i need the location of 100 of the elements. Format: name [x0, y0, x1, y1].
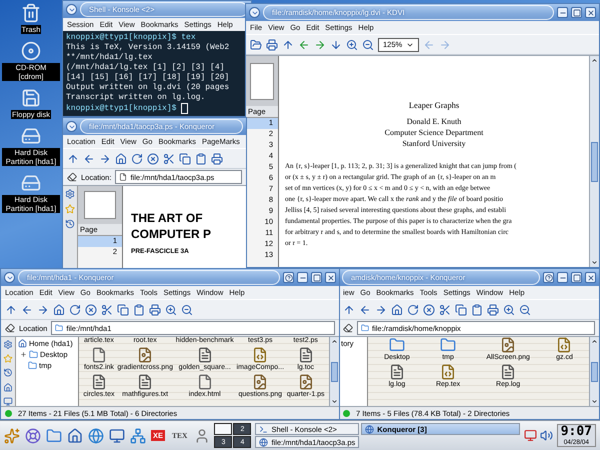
home-icon[interactable] [391, 304, 403, 316]
folder-icon[interactable] [46, 428, 62, 444]
stop-icon[interactable] [423, 304, 435, 316]
text-file-icon[interactable] [388, 364, 405, 380]
hard-drive-icon[interactable] [21, 173, 41, 193]
paste-icon[interactable] [471, 304, 483, 316]
disc-icon[interactable] [21, 41, 41, 61]
copy-icon[interactable] [117, 304, 129, 316]
file-icon[interactable] [90, 347, 107, 363]
up-arrow-icon[interactable] [343, 304, 355, 316]
image-file-icon[interactable] [137, 347, 154, 363]
back-arrow-icon[interactable] [359, 304, 371, 316]
cut-icon[interactable] [101, 304, 113, 316]
history-icon[interactable] [65, 219, 75, 229]
up-arrow-icon[interactable] [67, 152, 79, 164]
speaker-icon[interactable] [540, 429, 553, 442]
page-thumbnail[interactable] [84, 190, 116, 220]
copy-icon[interactable] [455, 304, 467, 316]
home-icon[interactable] [67, 428, 83, 444]
copy-icon[interactable] [179, 152, 191, 164]
home-icon[interactable] [53, 304, 65, 316]
image-file-icon[interactable] [500, 337, 516, 353]
star-icon[interactable] [65, 204, 75, 214]
forward-arrow-icon[interactable] [99, 152, 111, 164]
code-file-icon[interactable] [440, 364, 456, 380]
zoom-out-icon[interactable] [519, 304, 531, 316]
cut-icon[interactable] [439, 304, 451, 316]
clear-icon[interactable] [5, 323, 15, 333]
cut-icon[interactable] [163, 152, 175, 164]
forward-arrow-icon[interactable] [375, 304, 387, 316]
reload-icon[interactable] [407, 304, 419, 316]
back-arrow-icon[interactable] [298, 38, 310, 50]
scrollbar-thumb[interactable] [591, 362, 598, 382]
network-icon[interactable] [130, 428, 146, 444]
forward-arrow-icon[interactable] [37, 304, 49, 316]
globe-icon[interactable] [88, 428, 104, 444]
image-file-icon[interactable] [298, 374, 314, 390]
print-icon[interactable] [211, 152, 223, 164]
minimize-button[interactable] [297, 272, 308, 283]
maximize-button[interactable] [311, 272, 322, 283]
stop-icon[interactable] [147, 152, 159, 164]
minimize-button[interactable] [557, 7, 568, 18]
down-arrow-icon[interactable] [330, 38, 342, 50]
page-thumbnail[interactable] [250, 62, 274, 100]
open-folder-icon[interactable] [250, 38, 262, 50]
print-icon[interactable] [149, 304, 161, 316]
folder-icon[interactable] [388, 337, 405, 353]
monitor-icon[interactable] [3, 396, 13, 406]
close-button[interactable] [585, 7, 596, 18]
expand-icon[interactable] [20, 351, 27, 358]
up-arrow-icon[interactable] [282, 38, 294, 50]
scrollbar[interactable] [329, 337, 339, 406]
zoom-in-icon[interactable] [346, 38, 358, 50]
scrollbar-thumb[interactable] [331, 362, 338, 382]
text-file-icon[interactable] [90, 374, 107, 390]
stop-icon[interactable] [85, 304, 97, 316]
zoom-out-icon[interactable] [181, 304, 193, 316]
window-menu-button[interactable] [249, 7, 260, 18]
clear-icon[interactable] [343, 323, 353, 333]
reload-icon[interactable] [131, 152, 143, 164]
code-file-icon[interactable] [252, 347, 268, 363]
scrollbar[interactable] [589, 337, 599, 406]
code-file-icon[interactable] [556, 337, 572, 353]
back-arrow-icon[interactable] [21, 304, 33, 316]
scrollbar-thumb[interactable] [591, 142, 598, 182]
text-file-icon[interactable] [500, 364, 516, 380]
up-arrow-icon[interactable] [5, 304, 17, 316]
help-button[interactable] [283, 272, 294, 283]
monitor-icon[interactable] [109, 428, 125, 444]
image-file-icon[interactable] [252, 374, 268, 390]
window-menu-button[interactable] [4, 272, 15, 283]
paste-icon[interactable] [133, 304, 145, 316]
minimize-button[interactable] [557, 272, 568, 283]
window-menu-button[interactable] [66, 4, 77, 15]
text-file-icon[interactable] [196, 347, 213, 363]
hard-drive-icon[interactable] [21, 126, 41, 146]
print-icon[interactable] [487, 304, 499, 316]
paste-icon[interactable] [195, 152, 207, 164]
text-file-icon[interactable] [137, 374, 154, 390]
print-icon[interactable] [266, 38, 278, 50]
clear-icon[interactable] [67, 172, 77, 182]
home-icon[interactable] [3, 382, 13, 392]
pager-desktop[interactable] [214, 423, 232, 435]
person-icon[interactable] [194, 428, 210, 444]
monitor-icon[interactable] [524, 429, 537, 442]
back-arrow-icon[interactable] [83, 152, 95, 164]
maximize-button[interactable] [571, 272, 582, 283]
folder-icon[interactable] [440, 337, 456, 353]
star-icon[interactable] [3, 354, 13, 364]
reload-icon[interactable] [69, 304, 81, 316]
close-button[interactable] [325, 272, 336, 283]
forward-arrow-icon[interactable] [314, 38, 326, 50]
history-icon[interactable] [3, 368, 13, 378]
trash-icon[interactable] [21, 3, 41, 23]
lifebuoy-icon[interactable] [25, 428, 41, 444]
close-button[interactable] [585, 272, 596, 283]
zoom-in-icon[interactable] [503, 304, 515, 316]
gear-icon[interactable] [65, 189, 75, 199]
scrollbar[interactable] [589, 56, 599, 267]
gear-icon[interactable] [3, 340, 13, 350]
